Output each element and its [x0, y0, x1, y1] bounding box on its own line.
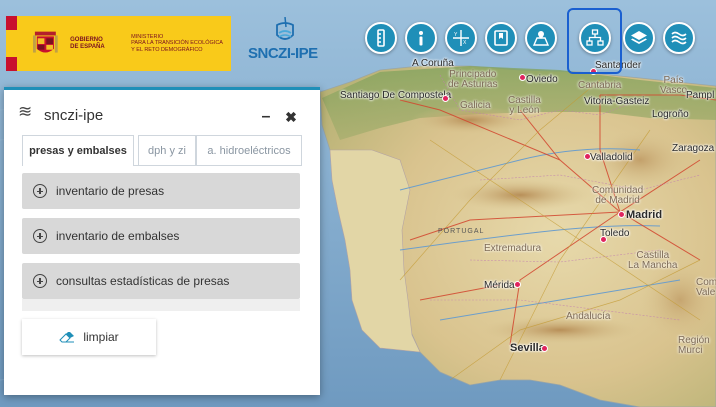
- section-label: inventario de embalses: [56, 229, 180, 243]
- map-label-madrid: Madrid: [626, 209, 663, 221]
- bookmark-icon: [494, 30, 508, 46]
- snczi-panel: ≋ snczi-ipe – ✖ presas y embalses dph y …: [4, 87, 320, 395]
- panel-title: snczi-ipe: [44, 107, 104, 124]
- panel-tabs: presas y embalses dph y zi a. hidroeléct…: [22, 135, 302, 166]
- waves-button[interactable]: [663, 22, 695, 54]
- map-label-castilla-leon: Castilla y León: [508, 95, 541, 116]
- expand-plus-icon: [33, 274, 47, 288]
- coat-of-arms-icon: [33, 31, 59, 53]
- map-label-castilla-mancha: Castilla La Mancha: [628, 250, 678, 271]
- city-marker-merida[interactable]: [514, 281, 521, 288]
- layers-button[interactable]: [623, 22, 655, 54]
- city-marker-toledo[interactable]: [600, 236, 607, 243]
- city-marker-santiago[interactable]: [442, 95, 449, 102]
- map-label-merida: Mérida: [484, 280, 515, 291]
- ruler-icon: [377, 29, 385, 47]
- section-list-end: [22, 299, 300, 311]
- layers-icon: [631, 31, 647, 44]
- section-label: inventario de presas: [56, 184, 165, 198]
- info-icon: [419, 31, 423, 46]
- city-marker-valladolid[interactable]: [584, 153, 591, 160]
- eraser-icon: [59, 331, 75, 342]
- map-label-zaragoza: Zaragoza: [672, 143, 715, 154]
- tab-presas-y-embalses[interactable]: presas y embalses: [22, 135, 134, 166]
- minimize-button[interactable]: –: [256, 107, 276, 127]
- city-marker-sevilla[interactable]: [541, 345, 548, 352]
- info-button[interactable]: [405, 22, 437, 54]
- bookmark-button[interactable]: [485, 22, 517, 54]
- map-label-galicia: Galicia: [460, 100, 491, 111]
- expand-plus-icon: [33, 184, 47, 198]
- map-label-com-valenciana: Com Vale: [696, 277, 716, 298]
- section-inventario-embalses[interactable]: inventario de embalses: [22, 218, 300, 254]
- map-pin-icon: [532, 31, 550, 46]
- clear-button-label: limpiar: [83, 330, 119, 344]
- panel-header[interactable]: ≋ snczi-ipe – ✖: [4, 90, 320, 128]
- coordinates-button[interactable]: YX: [445, 22, 477, 54]
- ruler-button[interactable]: [365, 22, 397, 54]
- waves-icon: [671, 31, 687, 45]
- section-label: consultas estadísticas de presas: [56, 274, 230, 288]
- coordinates-icon: YX: [453, 30, 469, 46]
- brand-name: SNCZI-IPE: [248, 45, 318, 62]
- waves-icon: ≋: [18, 102, 33, 121]
- svg-text:Y: Y: [454, 32, 458, 38]
- map-label-portugal: PORTUGAL: [438, 228, 485, 235]
- map-label-vitoria: Vitoria-Gasteiz: [584, 96, 650, 107]
- app-header: GOBIERNO DE ESPAÑA MINISTERIO PARA LA TR…: [0, 0, 716, 83]
- tab-aprovechamientos-hidroelectricos[interactable]: a. hidroeléctricos: [196, 135, 302, 165]
- map-label-valladolid: Valladolid: [590, 152, 633, 163]
- city-marker-madrid[interactable]: [618, 211, 625, 218]
- map-label-extremadura: Extremadura: [484, 243, 542, 254]
- close-button[interactable]: ✖: [281, 107, 301, 127]
- map-label-region-murcia: Región Murci: [678, 335, 710, 356]
- svg-text:X: X: [463, 40, 467, 46]
- section-consultas-estadisticas[interactable]: consultas estadísticas de presas: [22, 263, 300, 299]
- map-label-comunidad-madrid: Comunidad de Madrid: [592, 185, 644, 206]
- gov-logo-text-government: GOBIERNO DE ESPAÑA: [70, 36, 105, 50]
- map-label-andalucia: Andalucía: [566, 311, 611, 322]
- map-label-santiago: Santiago De Compostela: [340, 90, 452, 101]
- water-drop-logo-icon: [276, 17, 294, 40]
- spain-flag-icon: [6, 16, 18, 71]
- snczi-logo[interactable]: SNCZI-IPE: [245, 17, 325, 72]
- government-logo[interactable]: GOBIERNO DE ESPAÑA MINISTERIO PARA LA TR…: [6, 16, 231, 71]
- tab-dph-y-zi[interactable]: dph y zi: [138, 135, 196, 165]
- selection-highlight: [567, 8, 622, 74]
- map-label-logrono: Logroño: [652, 109, 689, 120]
- map-pin-button[interactable]: [525, 22, 557, 54]
- expand-plus-icon: [33, 229, 47, 243]
- clear-button[interactable]: limpiar: [22, 319, 156, 355]
- gov-logo-text-ministry: MINISTERIO PARA LA TRANSICIÓN ECOLÓGICA …: [131, 33, 223, 53]
- section-inventario-presas[interactable]: inventario de presas: [22, 173, 300, 209]
- map-label-pamplona: Pampl: [686, 90, 715, 101]
- map-label-sevilla: Sevilla: [510, 342, 545, 354]
